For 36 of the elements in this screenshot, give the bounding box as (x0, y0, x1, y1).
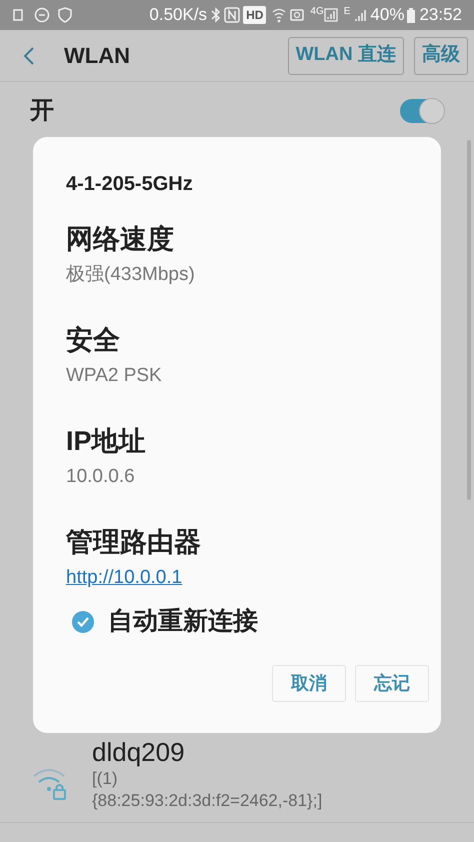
page-title: WLAN (64, 42, 131, 70)
nfc-icon (224, 7, 240, 23)
field-value: 极强(433Mbps) (66, 263, 195, 287)
field-value: 10.0.0.6 (66, 465, 135, 489)
wifi-icon (272, 7, 286, 23)
network-type: 4G (310, 5, 324, 19)
switch-label: 开 (30, 96, 55, 126)
bluetooth-icon (211, 7, 222, 23)
dialog-title: 4-1-205-5GHz (66, 172, 194, 197)
field-label: 管理路由器 (66, 526, 201, 559)
shield-icon (58, 7, 72, 23)
signal-icon (324, 8, 338, 22)
checkbox-label: 自动重新连接 (108, 606, 258, 637)
check-icon (76, 616, 90, 628)
toggle-switch[interactable] (400, 99, 444, 123)
field-label: 网络速度 (66, 223, 174, 256)
back-icon[interactable] (22, 44, 36, 66)
wifi-direct-button[interactable]: WLAN 直连 (288, 36, 404, 74)
minus-circle-icon (34, 7, 50, 23)
field-value: WPA2 PSK (66, 364, 162, 388)
checkbox[interactable] (72, 610, 94, 633)
network-type: E (344, 5, 350, 19)
clock: 23:52 (419, 4, 462, 26)
router-link[interactable]: http://10.0.0.1 (66, 564, 182, 592)
cancel-button[interactable]: 取消 (272, 664, 346, 702)
signal-icon (354, 9, 366, 21)
battery-percent: 40% (370, 4, 404, 26)
forget-button[interactable]: 忘记 (355, 664, 429, 702)
field-label: 安全 (66, 324, 120, 357)
network-details: [(1) {88:25:93:2d:3d:f2=2462,-81};] (92, 768, 322, 812)
network-name[interactable]: dldq209 (92, 736, 322, 768)
field-label: IP地址 (66, 425, 146, 458)
hd-badge: HD (243, 6, 266, 24)
advanced-button[interactable]: 高级 (414, 36, 468, 74)
battery-icon (407, 8, 416, 22)
network-speed: 0.50K/s (149, 4, 208, 26)
